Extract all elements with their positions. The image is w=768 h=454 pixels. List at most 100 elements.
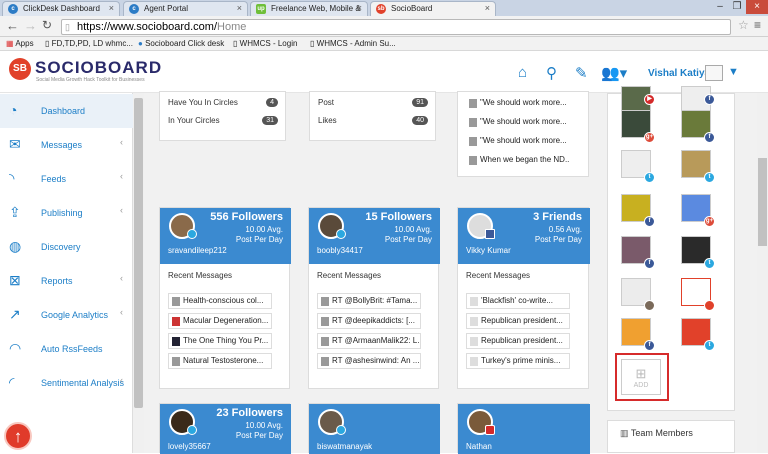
bookmark-socioboard-click-desk[interactable]: ● Socioboard Click desk — [138, 39, 224, 48]
minimize-icon[interactable]: – — [712, 0, 728, 14]
sidebar-item-discovery[interactable]: ◍ Discovery — [0, 230, 133, 264]
window-close-icon[interactable]: × — [746, 0, 768, 14]
close-tab-icon[interactable]: × — [237, 3, 242, 13]
bookmark-whmcs-login[interactable]: ▯ WHMCS - Login — [233, 39, 297, 48]
facebook-icon: f — [704, 94, 715, 105]
pencil-icon[interactable]: ✎ — [575, 64, 588, 82]
list-item[interactable]: Macular Degeneration... — [168, 313, 272, 329]
message-thumb-icon — [321, 357, 329, 366]
sidebar-item-reports[interactable]: ⊠ Reports ‹ — [0, 264, 133, 298]
close-tab-icon[interactable]: × — [357, 3, 362, 13]
dashboard-icon: ◔ — [9, 102, 18, 118]
list-item[interactable]: Health-conscious col... — [168, 293, 272, 309]
list-item[interactable]: Turkey's prime minis... — [466, 353, 570, 369]
list-item[interactable]: RT @ArmaanMalik22: L... — [317, 333, 421, 349]
google-plus-icon: g+ — [704, 216, 715, 227]
bookmark-whmcs-admin[interactable]: ▯ WHMCS - Admin Su... — [310, 39, 396, 48]
document-icon: ▯ — [45, 39, 50, 48]
sidebar-item-sentimental-analysis[interactable]: ◜ Sentimental Analysis ‹ — [0, 366, 133, 400]
facebook-icon — [485, 229, 495, 239]
count-badge: 4 — [266, 98, 278, 107]
list-item[interactable]: Republican president... — [466, 333, 570, 349]
tab-socioboard[interactable]: sb SocioBoard × — [370, 1, 496, 16]
chevron-left-icon: ‹ — [120, 375, 123, 385]
sidebar-item-publishing[interactable]: ⇪ Publishing ‹ — [0, 196, 133, 230]
profile-name[interactable]: Vikky Kumar — [466, 246, 511, 255]
message-thumb-icon — [469, 137, 477, 146]
twitter-icon — [336, 425, 346, 435]
socioboard-icon: sb — [376, 4, 386, 14]
list-item[interactable]: RT @BollyBrit: #Tama... — [317, 293, 421, 309]
youtube-icon: ▶ — [644, 94, 655, 105]
list-item[interactable]: Natural Testosterone... — [168, 353, 272, 369]
page-scroll-thumb[interactable] — [758, 158, 767, 246]
browser-tab-bar: c ClickDesk Dashboard × c Agent Portal × up F… — [0, 0, 768, 16]
profile-name[interactable]: lovely35667 — [168, 442, 211, 451]
list-item[interactable]: The One Thing You Pr... — [168, 333, 272, 349]
forward-icon[interactable]: → — [24, 18, 37, 33]
list-item[interactable]: "We should work more... — [466, 134, 570, 150]
url-input[interactable]: ▯ https://www.socioboard.com/Home — [61, 19, 731, 35]
message-thumb-icon — [470, 297, 478, 306]
back-icon[interactable]: ← — [6, 18, 19, 33]
message-thumb-icon — [321, 297, 329, 306]
sidebar: ◔ Dashboard ✉ Messages ‹ ◝ Feeds ‹ ⇪ Publishin… — [0, 93, 133, 453]
sidebar-item-auto-rssfeeds[interactable]: ◠ Auto RssFeeds — [0, 332, 133, 366]
list-item: Have You In Circles 4 — [168, 98, 278, 114]
list-item[interactable]: When we began the ND... — [466, 153, 570, 169]
count-badge: 31 — [262, 116, 278, 125]
message-thumb-icon — [172, 357, 180, 366]
close-tab-icon[interactable]: × — [485, 3, 490, 13]
sidebar-item-feeds[interactable]: ◝ Feeds ‹ — [0, 162, 133, 196]
list-item[interactable]: RT @ashesinwind: An ... — [317, 353, 421, 369]
menu-icon[interactable]: ≡ — [754, 18, 761, 32]
avatar[interactable] — [705, 65, 723, 81]
logo-text[interactable]: SOCIOBOARD — [35, 58, 162, 78]
sidebar-item-dashboard[interactable]: ◔ Dashboard — [0, 94, 133, 128]
search-icon[interactable]: ⚲ — [546, 64, 557, 82]
list-item[interactable]: Republican president... — [466, 313, 570, 329]
tab-agent-portal[interactable]: c Agent Portal × — [123, 1, 248, 16]
profile-name[interactable]: boobly34417 — [317, 246, 363, 255]
users-icon[interactable]: 👥▾ — [601, 64, 627, 82]
add-profile-button[interactable]: ⊞ ADD — [615, 353, 669, 401]
chat-icon: c — [129, 4, 139, 14]
chevron-down-icon[interactable]: ▼ — [728, 66, 739, 78]
profile-card-header: 23 Followers 10.00 Avg. Post Per Day lov… — [160, 404, 291, 454]
sidebar-scroll-thumb[interactable] — [134, 98, 143, 408]
logo-badge[interactable]: SB — [9, 58, 31, 80]
bookmark-fd[interactable]: ▯ FD,TD,PD, LD whmc... — [45, 39, 133, 48]
message-thumb-icon — [469, 156, 477, 165]
team-members-header[interactable]: ▥ Team Members — [607, 420, 735, 453]
sidebar-item-messages[interactable]: ✉ Messages ‹ — [0, 128, 133, 162]
scroll-up-button[interactable]: ↑ — [4, 422, 32, 450]
twitter-icon: t — [644, 172, 655, 183]
twitter-icon — [336, 229, 346, 239]
star-icon[interactable]: ☆ — [738, 18, 749, 32]
list-item: In Your Circles 31 — [168, 116, 278, 132]
restore-icon[interactable]: ❐ — [728, 0, 746, 14]
list-item[interactable]: "We should work more... — [466, 96, 570, 112]
profile-card: 3 Friends 0.56 Avg. Post Per Day Vikky K… — [457, 207, 590, 389]
profile-card-header: biswatmanayak — [309, 404, 440, 454]
bookmark-apps[interactable]: ▦ Apps — [6, 39, 34, 48]
add-icon: ⊞ — [635, 366, 647, 381]
tab-clickdesk[interactable]: c ClickDesk Dashboard × — [2, 1, 120, 16]
profile-name[interactable]: biswatmanayak — [317, 442, 372, 451]
message-thumb-icon — [172, 337, 180, 346]
list-item[interactable]: 'Blackfish' co-write... — [466, 293, 570, 309]
close-tab-icon[interactable]: × — [109, 3, 114, 13]
profile-card: 23 Followers 10.00 Avg. Post Per Day lov… — [159, 403, 291, 454]
page-scrollbar[interactable] — [757, 93, 768, 453]
list-item[interactable]: RT @deepikaddicts: [... — [317, 313, 421, 329]
reload-icon[interactable]: ↻ — [42, 18, 52, 32]
profile-name[interactable]: sravandileep212 — [168, 246, 227, 255]
list-item[interactable]: "We should work more... — [466, 115, 570, 131]
tab-freelance[interactable]: up Freelance Web, Mobile & × — [250, 1, 368, 16]
profile-card: biswatmanayak — [308, 403, 440, 454]
home-icon[interactable]: ⌂ — [518, 64, 527, 81]
arrow-up-icon: ↑ — [13, 427, 23, 446]
sidebar-item-google-analytics[interactable]: ↗ Google Analytics ‹ — [0, 298, 133, 332]
profile-name[interactable]: Nathan — [466, 442, 492, 451]
message-thumb-icon — [470, 357, 478, 366]
